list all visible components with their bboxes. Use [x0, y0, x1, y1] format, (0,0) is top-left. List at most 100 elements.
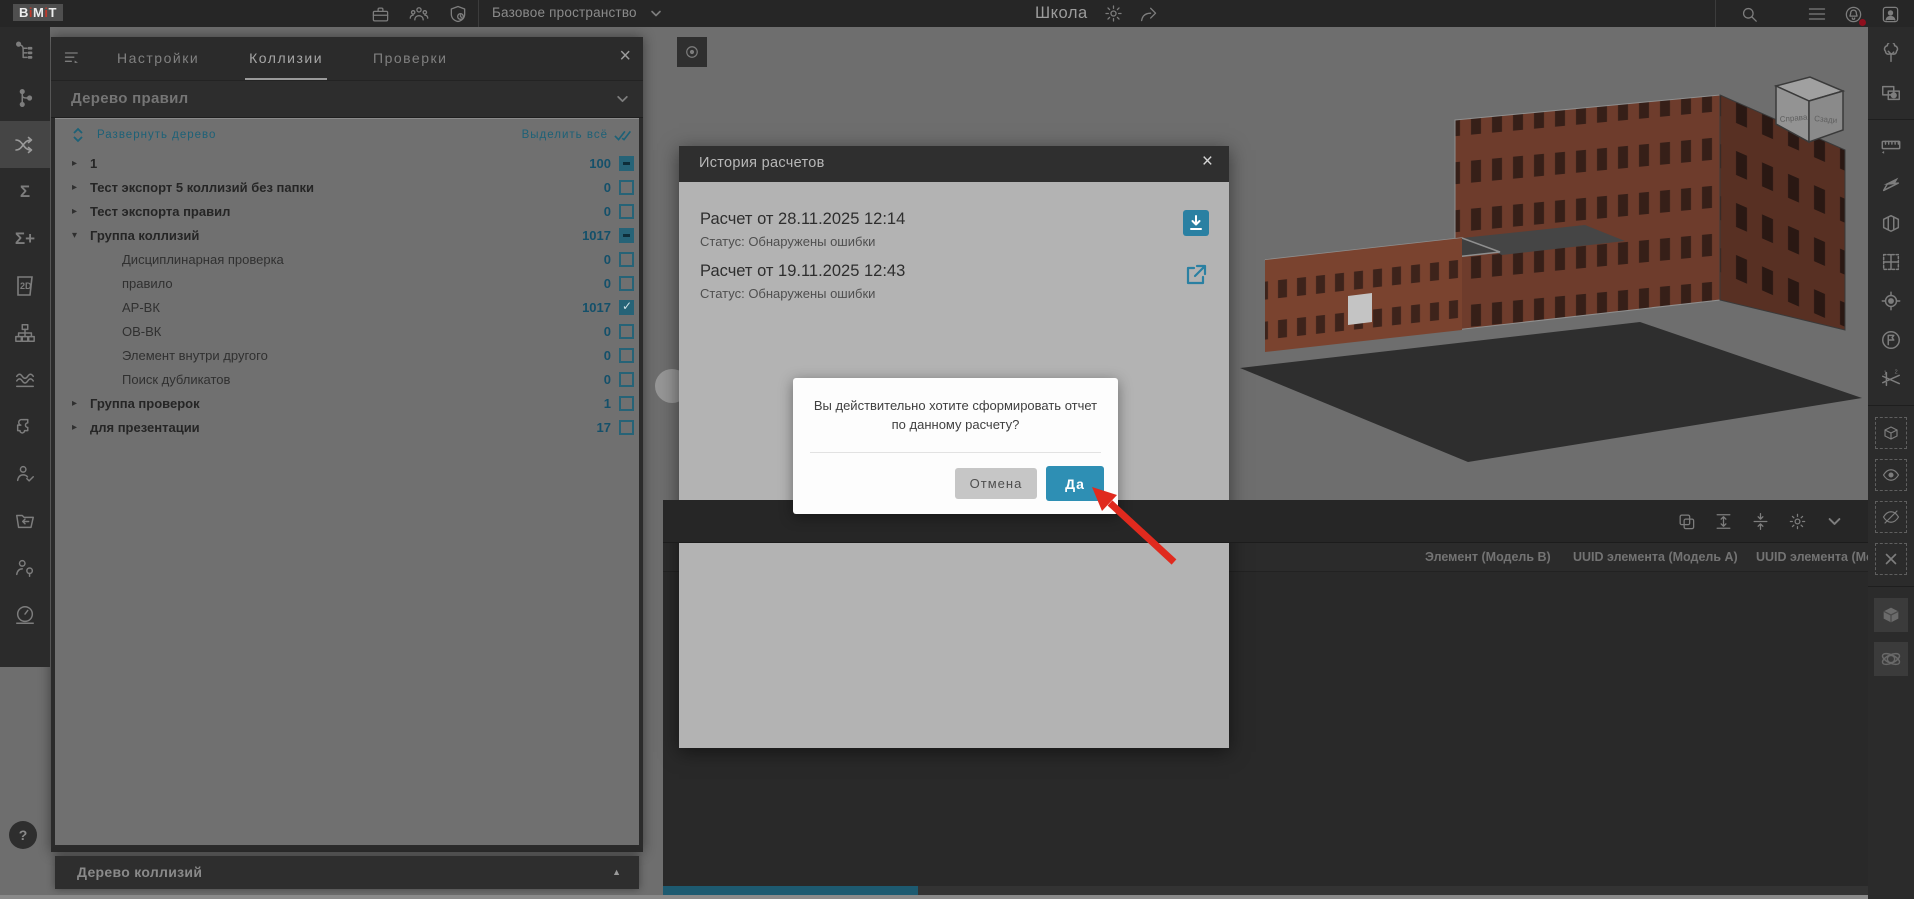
- tree-row[interactable]: ▸Тест экспорт 5 коллизий без папки0: [55, 175, 639, 199]
- collapse-rows-button[interactable]: [1749, 510, 1771, 532]
- tree-item-label[interactable]: Элемент внутри другого: [122, 348, 268, 363]
- vegetation-tree-button[interactable]: [1872, 35, 1910, 73]
- tree-item-checkbox[interactable]: [619, 276, 634, 291]
- duplicate-button[interactable]: [1675, 510, 1697, 532]
- tab-settings[interactable]: Настройки: [113, 37, 203, 80]
- close-icon[interactable]: ×: [1202, 151, 1213, 173]
- tab-checks[interactable]: Проверки: [369, 37, 451, 80]
- close-icon[interactable]: ×: [619, 45, 631, 68]
- navigation-cube[interactable]: Справа Сзади: [1762, 70, 1852, 155]
- flag-button[interactable]: [1872, 321, 1910, 359]
- tree-row[interactable]: Элемент внутри другого0: [55, 343, 639, 367]
- tree-row[interactable]: ▸для презентации17: [55, 415, 639, 439]
- clear-selection-button[interactable]: [1875, 543, 1907, 575]
- calculation-entry-title[interactable]: Расчет от 19.11.2025 12:43: [700, 262, 905, 281]
- tree-item-label[interactable]: Поиск дубликатов: [122, 372, 230, 387]
- section-cube-button[interactable]: [1872, 204, 1910, 242]
- tree-item-label[interactable]: правило: [122, 276, 173, 291]
- tree-item-checkbox[interactable]: [619, 300, 634, 315]
- panel-menu-icon[interactable]: [63, 48, 83, 68]
- workspace-selector[interactable]: Базовое пространство: [492, 5, 637, 20]
- expander-icon[interactable]: ▸: [72, 398, 90, 409]
- tab-collisions[interactable]: Коллизии: [245, 37, 327, 80]
- hide-elements-button[interactable]: [1875, 501, 1907, 533]
- viewport-focus-button[interactable]: [677, 37, 707, 67]
- section-plane-button[interactable]: [1872, 165, 1910, 203]
- export-folder-button[interactable]: [0, 497, 50, 544]
- expander-icon[interactable]: ▸: [72, 206, 90, 217]
- selection-area-button[interactable]: [1872, 74, 1910, 112]
- user-check-button[interactable]: [0, 450, 50, 497]
- tree-item-checkbox[interactable]: [619, 420, 634, 435]
- protection-button[interactable]: [447, 3, 469, 25]
- rules-tree-dropdown[interactable]: Дерево правил: [51, 80, 643, 118]
- tree-row[interactable]: АР-ВК1017: [55, 295, 639, 319]
- expand-tree-label[interactable]: Развернуть дерево: [97, 129, 216, 141]
- user-location-button[interactable]: [0, 544, 50, 591]
- projects-briefcase-button[interactable]: [369, 3, 391, 25]
- tree-item-label[interactable]: АР-ВК: [122, 300, 160, 315]
- search-button[interactable]: [1738, 3, 1760, 25]
- tree-row[interactable]: ▸1100: [55, 151, 639, 175]
- orbit-view-button[interactable]: [1874, 642, 1908, 676]
- team-button[interactable]: [408, 3, 430, 25]
- table-column-header[interactable]: UUID элемента (Модель A): [1573, 550, 1738, 564]
- calculation-entry-title[interactable]: Расчет от 28.11.2025 12:14: [700, 210, 905, 229]
- tree-item-label[interactable]: ОВ-ВК: [122, 324, 161, 339]
- collisions-tree-bar[interactable]: Дерево коллизий ▲: [55, 856, 639, 889]
- tree-row[interactable]: ▸Тест экспорта правил0: [55, 199, 639, 223]
- notifications-button[interactable]: [1842, 3, 1864, 25]
- locate-target-button[interactable]: [1872, 282, 1910, 320]
- tree-item-checkbox[interactable]: [619, 348, 634, 363]
- table-column-header[interactable]: UUID элемента (Мо: [1756, 550, 1874, 564]
- tree-row[interactable]: ▸Группа проверок1: [55, 391, 639, 415]
- horizontal-scrollbar[interactable]: [663, 886, 1868, 895]
- list-menu-button[interactable]: [1806, 3, 1828, 25]
- scheme-orgchart-button[interactable]: [0, 309, 50, 356]
- settings-gear-icon[interactable]: [1104, 4, 1123, 23]
- expander-icon[interactable]: ▸: [72, 422, 90, 433]
- table-settings-button[interactable]: [1786, 510, 1808, 532]
- collisions-shuffle-button[interactable]: [0, 121, 50, 168]
- tree-item-checkbox[interactable]: [619, 252, 634, 267]
- chevron-down-icon[interactable]: [650, 9, 662, 18]
- download-report-button[interactable]: [1183, 210, 1209, 236]
- share-icon[interactable]: [1139, 5, 1159, 23]
- tree-item-label[interactable]: Группа проверок: [90, 396, 200, 411]
- tree-row[interactable]: Дисциплинарная проверка0: [55, 247, 639, 271]
- dependencies-branch-button[interactable]: [0, 74, 50, 121]
- charts-waves-button[interactable]: [0, 356, 50, 403]
- show-elements-button[interactable]: [1875, 459, 1907, 491]
- tree-row[interactable]: Поиск дубликатов0: [55, 367, 639, 391]
- tree-item-checkbox[interactable]: [619, 324, 634, 339]
- expander-icon[interactable]: ▾: [72, 230, 90, 241]
- table-column-header[interactable]: Элемент (Модель B): [1425, 550, 1551, 564]
- tree-item-label[interactable]: Дисциплинарная проверка: [122, 252, 284, 267]
- model-structure-button[interactable]: [0, 27, 50, 74]
- select-all-control[interactable]: Выделить всё: [522, 129, 634, 142]
- expander-icon[interactable]: ▸: [72, 182, 90, 193]
- ghost-cube-button[interactable]: [1875, 417, 1907, 449]
- tree-row[interactable]: правило0: [55, 271, 639, 295]
- drawings-2d-button[interactable]: 2D: [0, 262, 50, 309]
- expander-icon[interactable]: ▸: [72, 158, 90, 169]
- cancel-button[interactable]: Отмена: [955, 468, 1037, 499]
- help-button[interactable]: ?: [9, 821, 37, 849]
- tree-row[interactable]: ▾Группа коллизий1017: [55, 223, 639, 247]
- add-calculation-button[interactable]: Σ+: [0, 215, 50, 262]
- tree-item-label[interactable]: для презентации: [90, 420, 200, 435]
- tree-item-label[interactable]: 1: [90, 156, 97, 171]
- floorplan-button[interactable]: [1872, 243, 1910, 281]
- tree-item-label[interactable]: Тест экспорта правил: [90, 204, 230, 219]
- account-button[interactable]: [1879, 3, 1901, 25]
- scrollbar-thumb[interactable]: [663, 886, 918, 895]
- tree-item-checkbox[interactable]: [619, 156, 634, 171]
- open-report-button[interactable]: [1183, 262, 1209, 288]
- tree-item-checkbox[interactable]: [619, 228, 634, 243]
- axes-dimensions-button[interactable]: 12: [1872, 360, 1910, 398]
- tree-item-label[interactable]: Тест экспорт 5 коллизий без папки: [90, 180, 314, 195]
- calculations-sigma-button[interactable]: Σ: [0, 168, 50, 215]
- solid-view-button[interactable]: [1874, 598, 1908, 632]
- plugins-puzzle-button[interactable]: [0, 403, 50, 450]
- expand-rows-button[interactable]: [1712, 510, 1734, 532]
